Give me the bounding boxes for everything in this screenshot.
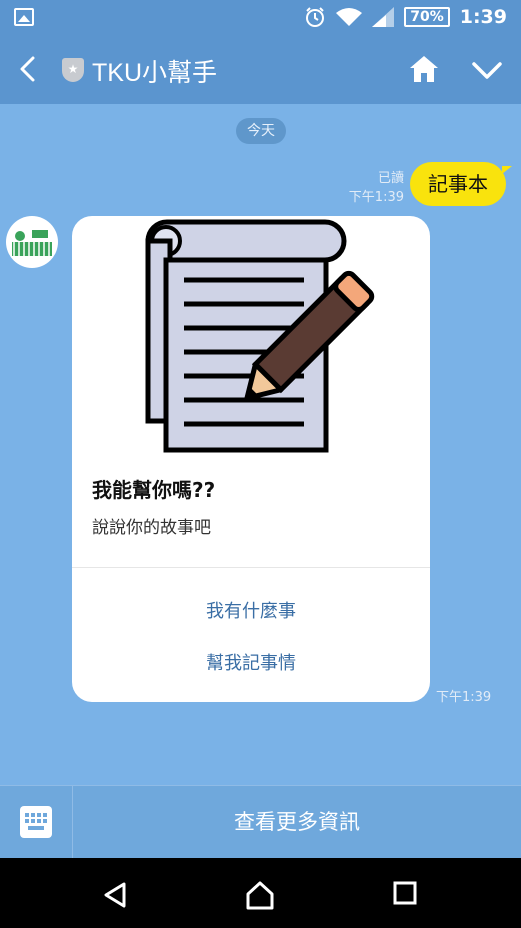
card-action-button[interactable]: 幫我記事情 <box>72 642 430 686</box>
nav-recents-icon[interactable] <box>392 880 418 906</box>
bottom-bar: 查看更多資訊 <box>0 785 521 859</box>
image-icon <box>14 8 34 26</box>
system-nav-bar <box>0 858 521 928</box>
my-message-bubble[interactable]: 記事本 <box>410 162 512 206</box>
wifi-icon <box>336 8 363 26</box>
divider <box>72 567 430 568</box>
status-bar: 70% 1:39 <box>0 0 521 34</box>
more-info-button[interactable]: 查看更多資訊 <box>73 786 521 859</box>
nav-home-icon[interactable] <box>244 880 276 910</box>
bot-message-card: 我能幫你嗎?? 說說你的故事吧 我有什麼事 幫我記事情 <box>72 216 430 702</box>
message-time: 下午1:39 <box>436 690 492 705</box>
chat-area[interactable]: 今天 已讀 下午1:39 記事本 我能幫你嗎?? 說說你的故事吧 我有什麼事 幫… <box>0 104 521 785</box>
card-subtitle: 說說你的故事吧 <box>92 518 211 538</box>
card-title: 我能幫你嗎?? <box>92 478 216 502</box>
chat-header: ★ TKU小幫手 <box>0 34 521 104</box>
status-time: 1:39 <box>459 6 507 28</box>
nav-back-icon[interactable] <box>100 880 130 910</box>
chevron-down-icon[interactable] <box>470 56 504 84</box>
avatar[interactable] <box>6 216 58 268</box>
card-action-button[interactable]: 我有什麼事 <box>72 590 430 634</box>
home-icon[interactable] <box>408 54 440 84</box>
notebook-pencil-icon <box>145 219 375 453</box>
signal-icon <box>372 7 395 27</box>
date-divider: 今天 <box>236 118 286 144</box>
message-time: 下午1:39 <box>348 190 404 205</box>
chat-title: TKU小幫手 <box>92 59 218 87</box>
back-icon[interactable] <box>18 56 38 82</box>
alarm-icon <box>306 7 325 27</box>
keyboard-icon[interactable] <box>20 806 52 838</box>
read-receipt: 已讀 <box>377 171 404 186</box>
shield-icon: ★ <box>62 58 84 82</box>
battery-icon: 70% <box>404 7 450 27</box>
